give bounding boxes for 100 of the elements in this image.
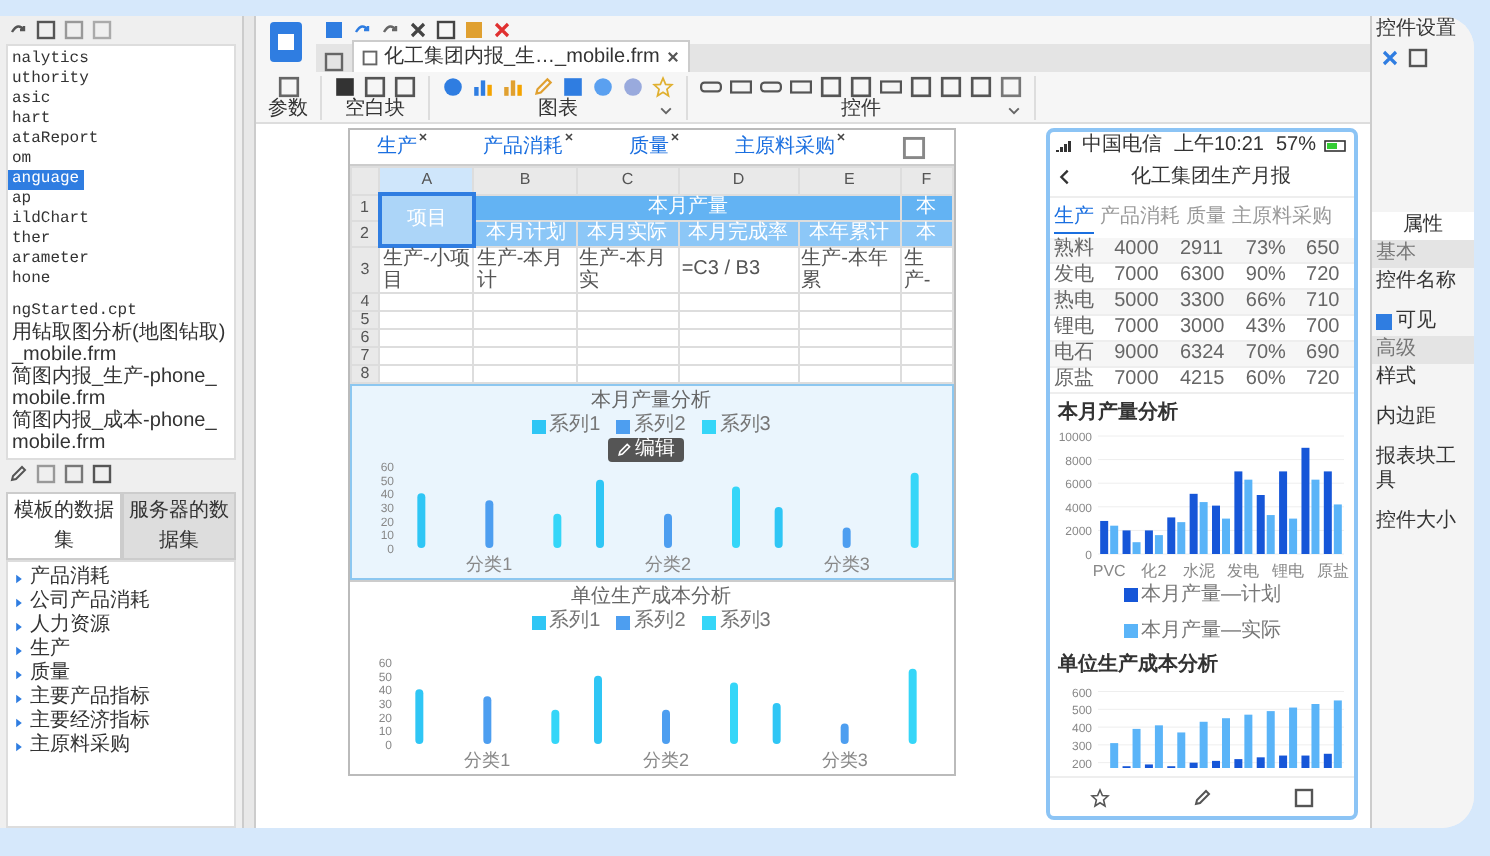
property-label: 控件大小: [1374, 508, 1458, 536]
report-tab[interactable]: 产品消耗: [483, 132, 563, 162]
file-item[interactable]: 用钻取图分析(地图钻取)_mobile.frm: [8, 322, 234, 366]
signal-icon: [1056, 139, 1074, 151]
file-item[interactable]: 简图内报_生产-phone_mobile.frm: [8, 366, 234, 410]
tree-item[interactable]: anguage: [8, 170, 84, 190]
file-tab[interactable]: 化工集团内报_生…_mobile.frm: [352, 40, 690, 72]
legend-label: 系列2: [634, 414, 686, 437]
tree-item[interactable]: hone: [8, 270, 55, 290]
tree-item[interactable]: arameter: [8, 250, 93, 270]
dataset-tab[interactable]: 模板的数据集: [6, 492, 121, 560]
section-header[interactable]: 高级: [1372, 336, 1474, 364]
x-axis-label: 分类3: [820, 750, 867, 770]
tree-item[interactable]: nalytics: [8, 50, 93, 70]
status-time: 上午10:21: [1173, 132, 1264, 160]
dataset-item[interactable]: 生产: [30, 638, 70, 662]
legend-label: 系列3: [719, 414, 771, 438]
table-cell: 本月产量: [473, 194, 901, 220]
dataset-item[interactable]: 主要经济指标: [30, 710, 150, 734]
file-item[interactable]: ngStarted.cpt: [8, 302, 141, 322]
ribbon-group-label: 参数: [268, 98, 308, 120]
tree-item[interactable]: asic: [8, 90, 55, 110]
dataset-tab[interactable]: 服务器的数据集: [121, 492, 236, 560]
chart-bar: [661, 709, 669, 744]
table-cell: 9000: [1110, 341, 1176, 367]
dataset-item[interactable]: 公司产品消耗: [30, 590, 150, 614]
tree-item[interactable]: ataReport: [8, 130, 103, 150]
x-axis-label: 水泥: [1182, 562, 1215, 580]
tree-item[interactable]: ther: [8, 230, 55, 250]
battery-icon: [1323, 139, 1348, 151]
close-icon[interactable]: [563, 132, 573, 142]
visible-checkbox[interactable]: [1376, 314, 1392, 330]
chart-bar: [595, 479, 603, 548]
tree-item[interactable]: ildChart: [8, 210, 93, 230]
table-cell: 电石: [1050, 341, 1111, 367]
chart-bar: [907, 668, 916, 744]
tree-item[interactable]: hart: [8, 110, 55, 130]
table-cell: =C3 / B3: [678, 246, 799, 293]
dataset-item[interactable]: 人力资源: [30, 614, 110, 638]
close-icon[interactable]: [665, 50, 680, 64]
table-cell: 生产-小项目: [379, 246, 474, 293]
column-header[interactable]: A: [379, 167, 474, 194]
chart-bar: [771, 703, 780, 744]
table-cell: 3300: [1176, 289, 1242, 315]
column-header[interactable]: D: [678, 167, 799, 194]
close-icon[interactable]: [417, 132, 427, 142]
chart-bar: [414, 689, 423, 744]
chart-bar: [731, 486, 739, 548]
panel-header: 控件设置: [1374, 16, 1458, 44]
x-axis-label: 化2: [1141, 562, 1167, 580]
dataset-item[interactable]: 主要产品指标: [30, 686, 150, 710]
table-cell: 7000: [1110, 367, 1176, 393]
x-axis-label: 锂电: [1272, 562, 1305, 580]
property-label: 控件名称: [1374, 268, 1458, 296]
table-cell: 690: [1302, 341, 1354, 367]
chart-title: 本月产量分析: [1055, 399, 1180, 428]
table-cell: 熟料: [1050, 238, 1111, 263]
x-axis-label: 分类1: [463, 750, 510, 770]
legend-label: 系列1: [549, 414, 601, 438]
legend-label: 本月产量—实际: [1141, 617, 1281, 646]
edit-icon[interactable]: [8, 464, 28, 484]
dataset-item[interactable]: 产品消耗: [30, 566, 110, 590]
back-icon[interactable]: [1056, 168, 1074, 186]
x-axis-label: PVC: [1092, 562, 1126, 580]
star-icon[interactable]: [1090, 787, 1111, 807]
column-header[interactable]: F: [900, 167, 952, 194]
chart-bar: [909, 472, 918, 548]
phone-tab[interactable]: 生产: [1054, 202, 1094, 234]
table-cell: 生产-: [900, 246, 952, 293]
close-icon[interactable]: [669, 132, 679, 142]
chart-bar: [663, 513, 671, 548]
file-item[interactable]: 简图内报_成本-phone_mobile.frm: [8, 410, 234, 454]
table-cell: 生产-本月计: [473, 246, 577, 293]
chart-bar: [552, 513, 561, 548]
tree-item[interactable]: om: [8, 150, 36, 170]
dataset-item[interactable]: 质量: [30, 662, 70, 686]
battery-percent: 57%: [1275, 132, 1316, 160]
table-cell: 本月完成率: [678, 220, 799, 246]
chart-title: 本月产量分析: [589, 390, 713, 413]
bar-chart-icon[interactable]: [472, 76, 494, 98]
report-tab[interactable]: 主原料采购: [735, 132, 835, 162]
file-tab-title: 化工集团内报_生…_mobile.frm: [384, 43, 660, 72]
column-header[interactable]: B: [473, 167, 577, 194]
chart-bar: [729, 682, 737, 744]
table-cell: 本年累计: [798, 220, 901, 246]
checkbox-label: 可见: [1396, 310, 1436, 334]
dataset-item[interactable]: 主原料采购: [30, 734, 130, 758]
column-header[interactable]: E: [798, 167, 901, 194]
app-logo-icon[interactable]: [268, 20, 304, 64]
table-cell: 73%: [1241, 238, 1303, 263]
edit-tooltip[interactable]: 编辑: [607, 438, 683, 462]
x-axis-label: 分类1: [465, 554, 512, 574]
section-header[interactable]: 基本: [1372, 240, 1474, 268]
report-tab[interactable]: 生产: [377, 132, 417, 162]
tree-item[interactable]: ap: [8, 190, 36, 210]
report-tab[interactable]: 质量: [629, 132, 669, 162]
pencil-icon[interactable]: [1191, 787, 1212, 807]
tree-item[interactable]: uthority: [8, 70, 93, 90]
column-header[interactable]: C: [576, 167, 679, 194]
close-icon[interactable]: [835, 132, 845, 142]
